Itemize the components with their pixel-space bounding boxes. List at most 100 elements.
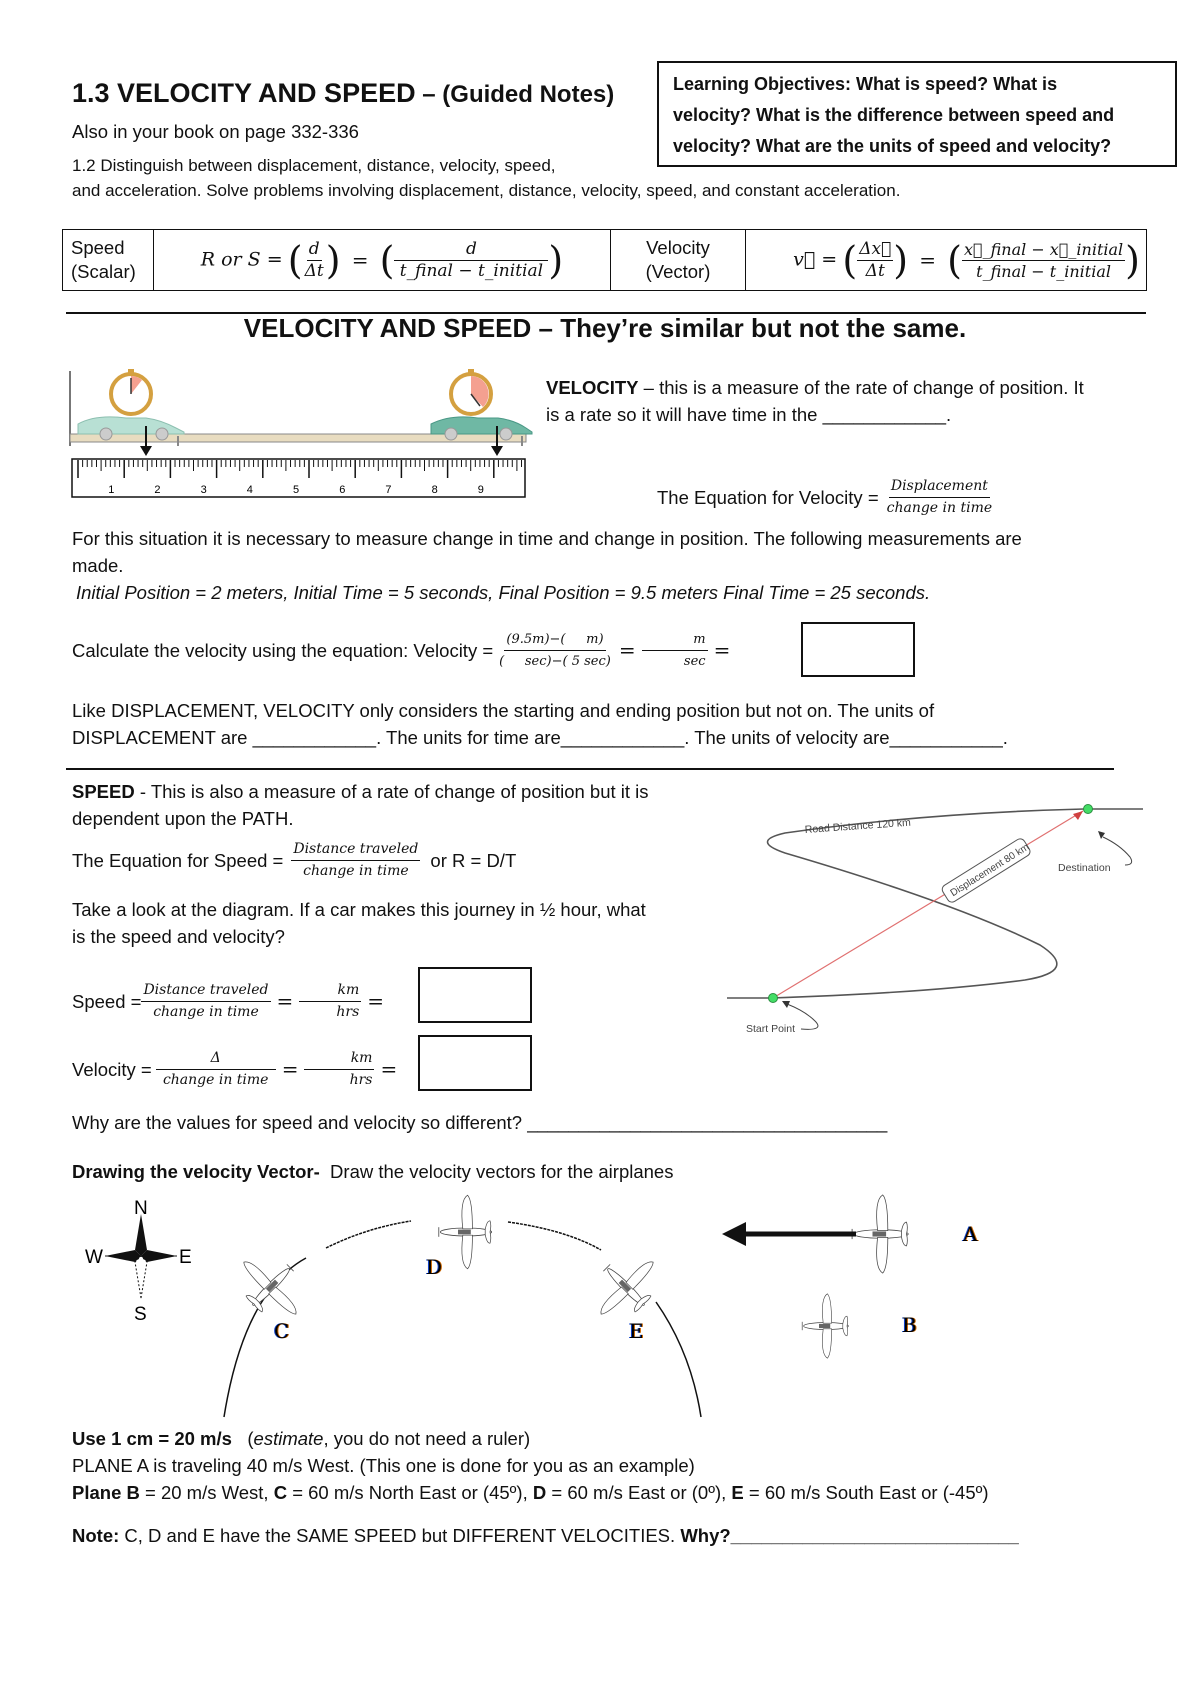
objectives-line-2: velocity? What is the difference between… [673,105,1115,125]
learning-objectives-box: Learning Objectives: What is speed? What… [657,61,1177,167]
road-path [727,808,1143,999]
title-main: 1.3 VELOCITY AND SPEED [72,78,416,108]
destination-label: Destination [1058,862,1111,874]
ruler-label: 5 [293,484,299,496]
compass-rose-icon: N S W E [85,1198,192,1325]
speed-calc-num: Distance traveled [141,982,271,1002]
velocity-km-calc-num: Δ [155,1050,276,1070]
why-different-question: Why are the values for speed and velocit… [72,1112,888,1133]
car-ruler-illustration: 1 2 3 4 5 6 7 8 9 [69,369,533,498]
speed-frac1-num: d [306,238,322,261]
ruler-label: 6 [339,484,345,496]
velocity-definition: VELOCITY – this is a measure of the rate… [546,374,1084,428]
title-suffix: – (Guided Notes) [415,81,615,108]
speed-definition: SPEED - This is also a measure of a rate… [72,778,649,832]
speed-calc-unit-num: km [299,982,362,1002]
standard-line-2: and acceleration. Solve problems involvi… [72,181,901,200]
scale-paren: ( [231,1428,254,1449]
velocity-label: Velocity [646,237,710,258]
vector-heading-bold: Drawing the velocity Vector- [72,1161,320,1182]
speed-formula-cell: R or S = (d Δt) = (d t_final − t_initial) [153,229,611,291]
objectives-line-3: velocity? What are the units of speed an… [673,136,1112,156]
note-bold: Note: [72,1525,120,1546]
speed-question-line-1: Take a look at the diagram. If a car mak… [72,899,646,920]
plane-label-a: A [962,1222,978,1246]
speed-label: Speed [71,237,125,258]
plane-d-bold: D [532,1482,547,1503]
plane-speeds-line: Plane B = 20 m/s West, C = 60 m/s North … [72,1479,989,1506]
ruler-label: 9 [478,484,484,496]
measurements: Initial Position = 2 meters, Initial Tim… [76,582,931,603]
plane-e-bold: E [731,1482,744,1503]
velocity-km-answer-box[interactable] [418,1035,532,1091]
displacement-label: Displacement 80 km [949,842,1032,899]
velocity-calc-unit-den: sec [683,654,706,669]
velocity-answer-box[interactable] [801,622,915,677]
plane-c-bold: C [273,1482,288,1503]
velocity-calc-label: Calculate the velocity using the equatio… [72,640,494,661]
destination-marker [1083,804,1093,814]
plane-a-line: PLANE A is traveling 40 m/s West. (This … [72,1455,695,1476]
velocity-formula-cell: v⃗ = (Δx⃗ Δt) = (x⃗_final − x⃗_initial t_f… [745,229,1147,291]
displacement-line [772,810,1084,999]
speed-def-line-1: - This is also a measure of a rate of ch… [134,781,649,802]
stopwatch-start-icon [109,369,153,416]
ruler-label: 8 [432,484,438,496]
plane-c-text: = 60 m/s North East or (45º), [287,1482,533,1503]
speed-frac2-num: d [394,240,549,261]
page-title: 1.3 VELOCITY AND SPEED – (Guided Notes) [72,78,614,109]
velocity-calculation: Calculate the velocity using the equatio… [72,631,731,669]
objectives-line-1: Learning Objectives: What is speed? What… [673,74,1058,94]
ruler-label: 3 [201,484,207,496]
compass-east: E [179,1247,192,1268]
speed-question-line-2: is the speed and velocity? [72,926,285,947]
velocity-calc-unit-num: m [641,631,708,651]
plane-label-b: B [902,1313,917,1337]
note-text: C, D and E have the SAME SPEED but DIFFE… [119,1525,681,1546]
ruler-label: 4 [247,484,253,496]
velocity-calc-num: (9.5m)−( m) [504,631,606,651]
speed-equation-den: change in time [303,863,409,879]
book-reference: Also in your book on page 332-336 [72,121,359,142]
speed-calc-label: Speed = [72,991,142,1012]
plane-a-velocity-arrow [722,1222,856,1246]
velocity-km-calc-den: change in time [162,1072,269,1088]
units-line-1: Like DISPLACEMENT, VELOCITY only conside… [72,700,935,721]
standard-line-1: 1.2 Distinguish between displacement, di… [72,156,556,175]
velocity-calc-den: ( sec)−( 5 sec) [499,654,611,669]
vector-heading: Drawing the velocity Vector- Draw the ve… [72,1158,673,1185]
ruler-label: 7 [385,484,391,496]
speed-calculation: Speed = Distance traveled change in time … [72,982,385,1020]
start-point-marker [768,993,778,1003]
speed-label-cell: Speed (Scalar) [62,229,154,291]
situation-line-2: made. [72,555,124,576]
road-distance-label: Road Distance 120 km [804,817,911,836]
plane-d-icon [438,1194,493,1270]
speed-frac1-den: Δt [304,260,324,281]
velocity-frac2-num: x⃗_final − x⃗_initial [961,239,1126,261]
plane-b-text: = 20 m/s West, [139,1482,274,1503]
destination-pointer [1102,836,1133,866]
plane-c-icon [243,1261,297,1315]
vector-label: (Vector) [645,261,711,282]
flight-arc-top-left [325,1220,412,1249]
speed-formula-lhs: R or S = [200,247,283,270]
velocity-equation-num: Displacement [888,478,990,498]
velocity-km-calculation: Velocity = Δchange in time = km hrs = [72,1050,398,1088]
displacement-arrowhead [1073,811,1083,820]
speed-answer-box[interactable] [418,967,532,1023]
velocity-frac2-den: t_final − t_initial [976,261,1111,281]
scale-bold: Use 1 cm = 20 m/s [72,1428,232,1449]
plane-e-icon [600,1261,654,1315]
plane-label-d: D [426,1255,442,1279]
note-why: Why?____________________________ [680,1525,1019,1546]
velocity-equation-den: change in time [886,500,993,516]
velocity-equation-label: The Equation for Velocity = [657,487,879,508]
velocity-term: VELOCITY [546,377,639,398]
compass-south: S [134,1304,147,1325]
velocity-formula-lhs: v⃗ = [793,247,838,270]
ruler-label: 1 [108,484,114,496]
vector-heading-rest: Draw the velocity vectors for the airpla… [319,1161,674,1182]
compass-north: N [134,1198,148,1219]
velocity-label-cell: Velocity (Vector) [610,229,746,291]
